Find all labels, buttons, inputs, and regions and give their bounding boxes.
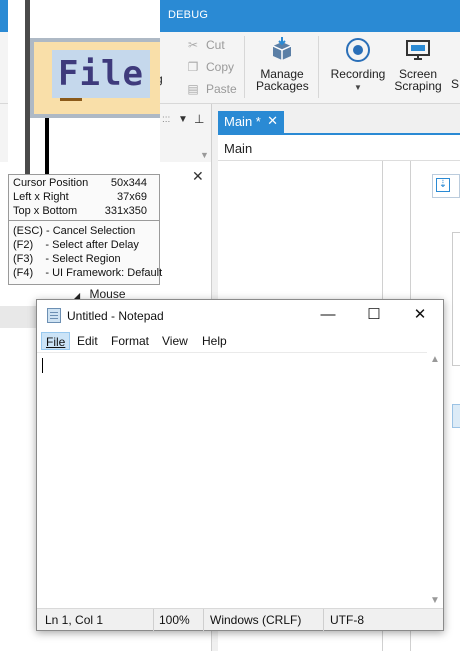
selector-info-panel: Cursor Position 50x344 Left x Right 37x6… xyxy=(8,174,163,285)
menu-format[interactable]: Format xyxy=(107,332,153,350)
status-zoom: 100% xyxy=(159,613,190,627)
recording-label: Recording xyxy=(330,67,386,81)
top-bottom-value: 331x350 xyxy=(104,205,147,217)
packages-icon xyxy=(256,36,308,64)
scroll-up-icon[interactable]: ▲ xyxy=(430,354,440,365)
status-line-endings: Windows (CRLF) xyxy=(210,613,302,627)
sequence-icon: ⇣ xyxy=(436,178,450,192)
notepad-icon xyxy=(47,308,61,323)
monitor-icon xyxy=(394,36,442,64)
copy-icon: ❐ xyxy=(187,60,199,74)
tab-close-icon[interactable]: ✕ xyxy=(267,113,278,129)
copy-button[interactable]: ❐ Copy xyxy=(186,60,234,74)
tree-selected-row[interactable] xyxy=(0,306,40,328)
left-right-row: Left x Right 37x69 xyxy=(13,191,157,205)
cursor-position-row: Cursor Position 50x344 xyxy=(13,177,157,191)
pin-icon[interactable]: ⊥ xyxy=(194,112,204,126)
magnifier-left-strip xyxy=(8,0,25,174)
left-right-value: 37x69 xyxy=(117,191,147,203)
status-encoding: UTF-8 xyxy=(330,613,364,627)
notepad-text-area[interactable] xyxy=(37,352,443,608)
panel-dropdown-icon[interactable]: ▼ xyxy=(178,114,188,125)
magnifier-crosshair xyxy=(45,118,49,174)
magnifier-underline xyxy=(60,98,82,101)
text-caret xyxy=(42,358,43,373)
minimize-button[interactable]: — xyxy=(313,304,343,326)
copy-label: Copy xyxy=(206,60,235,74)
panel-grip-icon: ::: xyxy=(162,114,171,125)
sequence-activity[interactable]: ⇣ xyxy=(432,174,460,198)
menu-help[interactable]: Help xyxy=(198,332,231,350)
scraping-label-2: Scraping xyxy=(394,79,442,93)
ribbon-separator xyxy=(318,36,319,98)
breadcrumb-main[interactable]: Main xyxy=(224,141,252,156)
top-bottom-row: Top x Bottom 331x350 xyxy=(13,205,157,219)
ribbon-edge-label: S xyxy=(450,77,459,91)
selector-magnifier: File xyxy=(8,0,160,174)
menu-edit[interactable]: Edit xyxy=(73,332,102,350)
record-icon xyxy=(330,36,386,64)
chevron-down-icon: ▼ xyxy=(354,83,362,92)
manage-packages-button[interactable]: Manage Packages xyxy=(256,36,309,93)
studio-title-text: DEBUG xyxy=(168,9,209,21)
status-divider xyxy=(203,609,204,631)
tab-main-label: Main * xyxy=(224,114,261,129)
left-right-label: Left x Right xyxy=(13,191,69,203)
notepad-title: Untitled - Notepad xyxy=(67,309,164,323)
sequence-container[interactable] xyxy=(452,232,460,366)
screen-scraping-button[interactable]: Screen Scraping xyxy=(394,36,442,92)
shortcut-f4: (F4) - UI Framework: Default xyxy=(13,267,163,279)
manage-label-2: Packages xyxy=(256,79,309,93)
top-bottom-label: Top x Bottom xyxy=(13,205,78,217)
notepad-menu-bar: File Edit Format View Help xyxy=(37,331,443,351)
sequence-selected-item[interactable] xyxy=(452,404,460,428)
magnifier-preview-text: File xyxy=(52,50,150,98)
info-divider xyxy=(9,220,159,221)
status-divider xyxy=(153,609,154,631)
cut-button[interactable]: ✂ Cut xyxy=(186,38,225,52)
close-button[interactable]: ✕ xyxy=(405,304,435,326)
paste-icon: ▤ xyxy=(187,82,199,96)
shortcut-f2: (F2) - Select after Delay xyxy=(13,239,139,251)
maximize-button[interactable]: ☐ xyxy=(359,304,389,326)
notepad-window[interactable]: Untitled - Notepad — ☐ ✕ File Edit Forma… xyxy=(36,299,444,631)
paste-button[interactable]: ▤ Paste xyxy=(186,82,237,96)
ribbon-separator xyxy=(244,36,245,98)
menu-file[interactable]: File xyxy=(41,332,71,350)
shortcut-f3: (F3) - Select Region xyxy=(13,253,121,265)
cursor-position-label: Cursor Position xyxy=(13,177,89,189)
notepad-title-bar[interactable]: Untitled - Notepad — ☐ ✕ xyxy=(37,300,443,331)
shortcut-esc: (ESC) - Cancel Selection xyxy=(13,225,136,237)
notepad-status-bar: Ln 1, Col 1 100% Windows (CRLF) UTF-8 xyxy=(37,608,443,631)
vertical-scrollbar[interactable]: ▲ ▼ xyxy=(427,352,443,608)
tab-main[interactable]: Main * ✕ xyxy=(218,111,284,133)
scroll-down-icon[interactable]: ▼ xyxy=(430,595,440,606)
paste-label: Paste xyxy=(206,82,237,96)
scissors-icon: ✂ xyxy=(187,38,199,52)
status-position: Ln 1, Col 1 xyxy=(45,613,104,627)
cursor-position-value: 50x344 xyxy=(110,177,147,189)
status-divider xyxy=(323,609,324,631)
panel-dropdown-small-icon[interactable]: ▼ xyxy=(200,150,209,160)
recording-button[interactable]: Recording ▼ xyxy=(330,36,386,94)
menu-view[interactable]: View xyxy=(158,332,192,350)
cut-label: Cut xyxy=(206,38,225,52)
breadcrumb: Main xyxy=(218,133,460,161)
close-icon[interactable]: ✕ xyxy=(192,168,204,185)
